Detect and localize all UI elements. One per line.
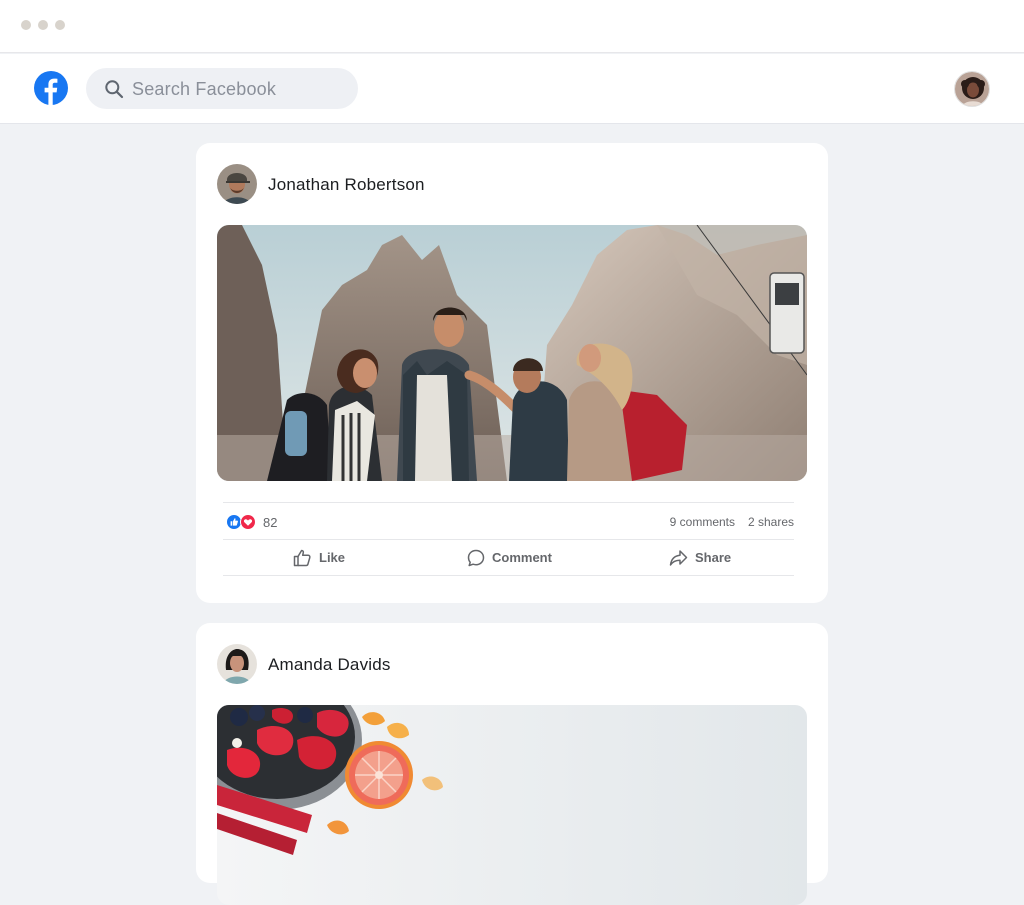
window-maximize-dot[interactable]	[55, 20, 65, 30]
comment-button[interactable]: Comment	[467, 540, 552, 575]
window-close-dot[interactable]	[21, 20, 31, 30]
post-stats-bar: 82 9 comments 2 shares	[223, 502, 794, 540]
post-image[interactable]	[217, 225, 807, 481]
shares-count[interactable]: 2 shares	[748, 515, 794, 529]
like-label: Like	[319, 550, 346, 565]
search-input[interactable]: Search Facebook	[86, 68, 358, 109]
post-image[interactable]	[217, 705, 807, 905]
thumbs-up-icon	[293, 549, 311, 566]
share-arrow-icon	[669, 549, 688, 566]
comment-bubble-icon	[467, 549, 485, 566]
post-photo	[217, 705, 807, 905]
post-card: Amanda Davids	[196, 623, 828, 905]
window-titlebar	[0, 0, 1024, 53]
window-minimize-dot[interactable]	[38, 20, 48, 30]
post-card: Jonathan Robertson 82 9 comments 2 share…	[196, 143, 828, 603]
author-avatar[interactable]	[217, 644, 257, 684]
facebook-logo-icon[interactable]	[34, 71, 68, 105]
post-photo	[217, 225, 807, 481]
top-navigation-bar: Search Facebook	[0, 54, 1024, 124]
profile-avatar[interactable]	[954, 71, 990, 107]
search-placeholder: Search Facebook	[132, 79, 277, 99]
comments-count[interactable]: 9 comments	[670, 515, 735, 529]
author-name[interactable]: Jonathan Robertson	[268, 175, 425, 195]
share-label: Share	[695, 550, 732, 565]
like-button[interactable]: Like	[293, 540, 345, 575]
reactions-icons[interactable]	[226, 514, 260, 530]
search-icon	[105, 80, 124, 99]
post-actions-bar: Like Comment Share	[223, 540, 794, 576]
comment-label: Comment	[492, 550, 552, 565]
share-button[interactable]: Share	[669, 540, 731, 575]
reaction-count[interactable]: 82	[263, 515, 277, 530]
author-avatar-image	[217, 644, 257, 684]
avatar-image	[955, 72, 989, 106]
author-avatar-image	[217, 164, 257, 204]
author-avatar[interactable]	[217, 164, 257, 204]
author-name[interactable]: Amanda Davids	[268, 655, 391, 675]
